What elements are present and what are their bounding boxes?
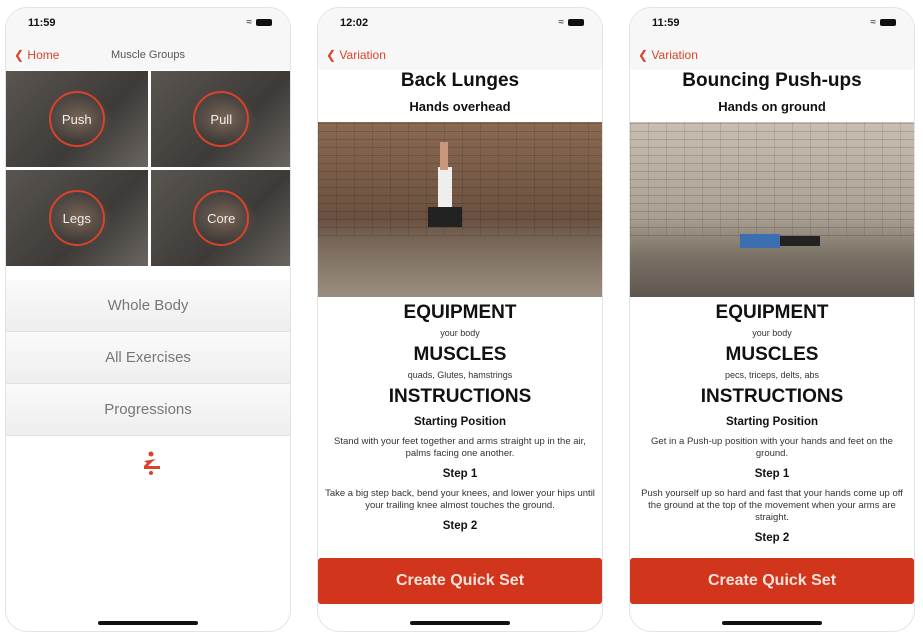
status-bar: 12:02 ≈ (318, 8, 602, 42)
status-time: 11:59 (28, 17, 56, 29)
starting-position-heading: Starting Position (414, 416, 506, 428)
nav-bar: ❮ Home Muscle Groups (6, 42, 290, 70)
status-time: 12:02 (340, 17, 369, 29)
instructions-heading: INSTRUCTIONS (388, 386, 532, 407)
equipment-heading: EQUIPMENT (715, 302, 829, 323)
group-core[interactable]: Core (150, 170, 290, 266)
wifi-icon: ≈ (558, 17, 565, 28)
app-logo-icon (144, 451, 160, 475)
step2-heading: Step 2 (442, 520, 478, 532)
exercise-photo (630, 122, 914, 297)
muscles-heading: MUSCLES (725, 344, 819, 365)
step2-heading: Step 2 (754, 532, 790, 544)
nav-bar: ❮ Variation (318, 42, 602, 70)
group-pull[interactable]: Pull (150, 71, 290, 167)
battery-icon (880, 19, 896, 26)
step1-heading: Step 1 (442, 468, 478, 480)
variation-subtitle: Hands on ground (718, 99, 826, 114)
muscles-heading: MUSCLES (413, 344, 507, 365)
back-button[interactable]: ❮ Variation (326, 48, 386, 62)
chevron-left-icon: ❮ (638, 48, 649, 62)
exercise-screen-bouncing-pushups: 11:59 ≈ ❮ Variation Bouncing Push-ups Ha… (629, 7, 915, 632)
starting-position-text: Get in a Push-up position with your hand… (651, 436, 893, 459)
step1-heading: Step 1 (754, 468, 790, 480)
group-push[interactable]: Push (6, 71, 148, 167)
status-bar: 11:59 ≈ (630, 8, 914, 42)
muscles-value: quads, Glutes, hamstrings (407, 370, 513, 380)
step1-text: Take a big step back, bend your knees, a… (325, 488, 595, 511)
page-title: Muscle Groups (111, 49, 185, 61)
starting-position-heading: Starting Position (726, 416, 818, 428)
instructions-heading: INSTRUCTIONS (700, 386, 844, 407)
status-time: 11:59 (652, 17, 680, 29)
variation-subtitle: Hands overhead (409, 99, 511, 114)
muscle-group-grid: Push Pull Legs Core (6, 71, 290, 266)
battery-icon (256, 19, 272, 26)
wifi-icon: ≈ (246, 17, 253, 28)
menu-all-exercises[interactable]: All Exercises (6, 332, 290, 384)
equipment-value: your body (752, 328, 792, 338)
equipment-heading: EQUIPMENT (403, 302, 517, 323)
create-quick-set-button[interactable]: Create Quick Set (630, 558, 914, 604)
create-quick-set-button[interactable]: Create Quick Set (318, 558, 602, 604)
equipment-value: your body (440, 328, 480, 338)
nav-bar: ❮ Variation (630, 42, 914, 70)
exercise-title: Bouncing Push-ups (682, 70, 862, 91)
wifi-icon: ≈ (870, 17, 877, 28)
chevron-left-icon: ❮ (326, 48, 337, 62)
back-button[interactable]: ❮ Variation (638, 48, 698, 62)
group-legs[interactable]: Legs (6, 170, 148, 266)
muscles-value: pecs, triceps, delts, abs (724, 370, 820, 380)
status-bar: 11:59 ≈ (6, 8, 290, 42)
starting-position-text: Stand with your feet together and arms s… (334, 436, 586, 459)
muscle-groups-screen: 11:59 ≈ ❮ Home Muscle Groups Push Pull L… (5, 7, 291, 632)
exercise-photo (318, 122, 602, 297)
menu-whole-body[interactable]: Whole Body (6, 280, 290, 332)
exercise-title: Back Lunges (400, 70, 520, 91)
battery-icon (568, 19, 584, 26)
step1-text: Push yourself up so hard and fast that y… (641, 488, 903, 523)
menu-progressions[interactable]: Progressions (6, 384, 290, 436)
exercise-screen-back-lunges: 12:02 ≈ ❮ Variation Back Lunges Hands ov… (317, 7, 603, 632)
